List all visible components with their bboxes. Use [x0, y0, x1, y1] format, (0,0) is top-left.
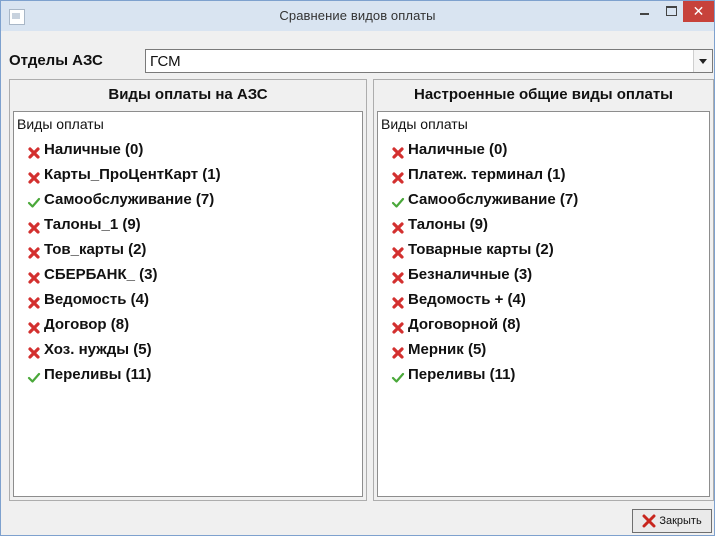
cross-icon	[28, 296, 40, 309]
cross-icon	[392, 271, 404, 284]
cross-icon	[28, 246, 40, 259]
payment-item-label: Талоны_1 (9)	[44, 216, 141, 233]
tree-items: Наличные (0) Карты_ПроЦентКарт (1) Самообс…	[26, 137, 221, 387]
payment-item[interactable]: Переливы (11)	[390, 362, 578, 387]
payment-item[interactable]: Договор (8)	[26, 312, 221, 337]
payment-item-label: Карты_ПроЦентКарт (1)	[44, 166, 221, 183]
payment-item-label: Самообслуживание (7)	[408, 191, 579, 208]
payment-item[interactable]: Безналичные (3)	[390, 262, 578, 287]
window-title: Сравнение видов оплаты	[279, 8, 436, 23]
payment-item-label: Талоны (9)	[408, 216, 488, 233]
check-icon	[391, 197, 405, 208]
tree-items: Наличные (0) Платеж. терминал (1) Самообсл…	[390, 137, 578, 387]
check-icon	[27, 197, 41, 208]
payment-item[interactable]: Ведомость (4)	[26, 287, 221, 312]
payment-item[interactable]: Самообслуживание (7)	[390, 187, 578, 212]
chevron-down-icon[interactable]	[693, 50, 712, 72]
payment-item-label: Мерник (5)	[408, 341, 487, 358]
cross-icon	[28, 146, 40, 159]
payment-item-label: Хоз. нужды (5)	[44, 341, 152, 358]
payment-tree[interactable]: Виды оплаты Наличные (0) Платеж. терминал…	[377, 111, 710, 497]
close-label: Закрыть	[659, 515, 702, 527]
footer-bar: Закрыть	[1, 501, 714, 535]
payment-item-label: Договорной (8)	[408, 316, 521, 333]
minimize-button[interactable]	[631, 1, 659, 22]
payment-item-label: Самообслуживание (7)	[44, 191, 215, 208]
payment-item[interactable]: Наличные (0)	[390, 137, 578, 162]
close-icon	[642, 514, 656, 528]
payment-item-label: Ведомость + (4)	[408, 291, 526, 308]
payment-item[interactable]: Платеж. терминал (1)	[390, 162, 578, 187]
payment-item[interactable]: Переливы (11)	[26, 362, 221, 387]
department-select[interactable]: ГСМ	[145, 49, 713, 73]
cross-icon	[392, 296, 404, 309]
panel-header: Настроенные общие виды оплаты	[414, 86, 673, 103]
cross-icon	[28, 271, 40, 284]
payment-item-label: Товарные карты (2)	[408, 241, 554, 258]
panel-header: Виды оплаты на АЗС	[108, 86, 268, 103]
tree-root[interactable]: Виды оплаты	[381, 116, 468, 132]
department-value: ГСМ	[150, 53, 181, 70]
cross-icon	[28, 221, 40, 234]
station-payment-panel: Виды оплаты на АЗС Виды оплаты Наличные …	[9, 79, 367, 501]
payment-item[interactable]: Карты_ПроЦентКарт (1)	[26, 162, 221, 187]
payment-item[interactable]: Мерник (5)	[390, 337, 578, 362]
payment-item[interactable]: Талоны (9)	[390, 212, 578, 237]
cross-icon	[28, 321, 40, 334]
payment-item-label: Безналичные (3)	[408, 266, 533, 283]
payment-item[interactable]: Тов_карты (2)	[26, 237, 221, 262]
cross-icon	[392, 246, 404, 259]
payment-item-label: Платеж. терминал (1)	[408, 166, 566, 183]
payment-item[interactable]: Ведомость + (4)	[390, 287, 578, 312]
maximize-button[interactable]	[657, 1, 685, 22]
payment-item[interactable]: Товарные карты (2)	[390, 237, 578, 262]
common-payment-panel: Настроенные общие виды оплаты Виды оплат…	[373, 79, 714, 501]
payment-item-label: СБЕРБАНК_ (3)	[44, 266, 158, 283]
cross-icon	[392, 346, 404, 359]
title-bar[interactable]: Сравнение видов оплаты ✕	[1, 1, 714, 31]
payment-item-label: Наличные (0)	[44, 141, 144, 158]
cross-icon	[28, 171, 40, 184]
payment-item[interactable]: Наличные (0)	[26, 137, 221, 162]
payment-item-label: Тов_карты (2)	[44, 241, 147, 258]
check-icon	[27, 372, 41, 383]
payment-item[interactable]: Хоз. нужды (5)	[26, 337, 221, 362]
payment-item-label: Ведомость (4)	[44, 291, 149, 308]
payment-item-label: Переливы (11)	[408, 366, 516, 383]
cross-icon	[392, 171, 404, 184]
cross-icon	[392, 146, 404, 159]
payment-item[interactable]: СБЕРБАНК_ (3)	[26, 262, 221, 287]
payment-item[interactable]: Талоны_1 (9)	[26, 212, 221, 237]
payment-item-label: Наличные (0)	[408, 141, 508, 158]
department-label: Отделы АЗС	[9, 52, 103, 69]
payment-item-label: Договор (8)	[44, 316, 130, 333]
cross-icon	[28, 346, 40, 359]
cross-icon	[392, 221, 404, 234]
payment-tree[interactable]: Виды оплаты Наличные (0) Карты_ПроЦентКар…	[13, 111, 363, 497]
payment-item[interactable]: Самообслуживание (7)	[26, 187, 221, 212]
tree-root[interactable]: Виды оплаты	[17, 116, 104, 132]
payment-item[interactable]: Договорной (8)	[390, 312, 578, 337]
check-icon	[391, 372, 405, 383]
close-button[interactable]: Закрыть	[632, 509, 712, 533]
cross-icon	[392, 321, 404, 334]
window-close-button[interactable]: ✕	[683, 1, 714, 22]
payment-item-label: Переливы (11)	[44, 366, 152, 383]
department-row: Отделы АЗС ГСМ	[9, 49, 714, 73]
window: Сравнение видов оплаты ✕ Отделы АЗС ГСМ …	[0, 0, 715, 536]
